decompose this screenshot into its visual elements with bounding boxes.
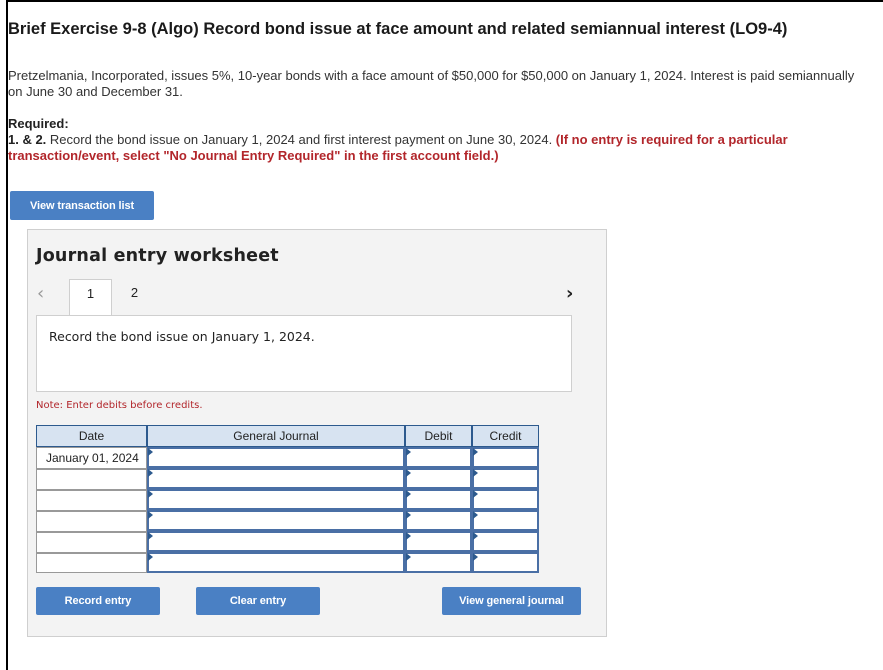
account-input[interactable] bbox=[147, 447, 405, 468]
worksheet-title: Journal entry worksheet bbox=[36, 246, 279, 266]
date-cell[interactable] bbox=[36, 511, 147, 532]
account-input[interactable] bbox=[147, 531, 405, 552]
instruction-box bbox=[36, 315, 572, 392]
debit-input[interactable] bbox=[405, 489, 472, 510]
date-cell[interactable] bbox=[36, 490, 147, 511]
view-transaction-list-button[interactable]: View transaction list bbox=[10, 191, 154, 220]
account-input[interactable] bbox=[147, 510, 405, 531]
credit-input[interactable] bbox=[472, 447, 539, 468]
required-number: 1. & 2. bbox=[8, 132, 47, 147]
instruction-text: Record the bond issue on January 1, 2024… bbox=[49, 329, 315, 344]
view-general-journal-button[interactable]: View general journal bbox=[442, 587, 581, 615]
credit-input[interactable] bbox=[472, 489, 539, 510]
credit-input[interactable] bbox=[472, 468, 539, 489]
frame-top-border bbox=[6, 0, 883, 2]
date-cell[interactable] bbox=[36, 469, 147, 490]
account-input[interactable] bbox=[147, 468, 405, 489]
credit-input[interactable] bbox=[472, 531, 539, 552]
record-entry-button[interactable]: Record entry bbox=[36, 587, 160, 615]
credit-input[interactable] bbox=[472, 510, 539, 531]
page-title: Brief Exercise 9-8 (Algo) Record bond is… bbox=[8, 20, 788, 38]
account-input[interactable] bbox=[147, 489, 405, 510]
journal-table: Date General Journal Debit Credit Januar… bbox=[36, 425, 540, 573]
entry-note: Note: Enter debits before credits. bbox=[36, 400, 203, 411]
problem-intro: Pretzelmania, Incorporated, issues 5%, 1… bbox=[8, 68, 855, 99]
column-header-general-journal: General Journal bbox=[147, 425, 405, 447]
chevron-left-icon[interactable]: ‹ bbox=[37, 283, 44, 304]
date-cell[interactable] bbox=[36, 532, 147, 553]
debit-input[interactable] bbox=[405, 510, 472, 531]
credit-input[interactable] bbox=[472, 552, 539, 573]
clear-entry-button[interactable]: Clear entry bbox=[196, 587, 320, 615]
column-header-credit: Credit bbox=[472, 425, 539, 447]
tab-2[interactable]: 2 bbox=[113, 279, 156, 313]
required-text: 1. & 2. Record the bond issue on January… bbox=[8, 132, 868, 164]
debit-input[interactable] bbox=[405, 447, 472, 468]
required-body: Record the bond issue on January 1, 2024… bbox=[46, 132, 556, 147]
tab-1[interactable]: 1 bbox=[69, 279, 112, 316]
chevron-right-icon[interactable]: › bbox=[566, 283, 573, 304]
debit-input[interactable] bbox=[405, 468, 472, 489]
account-input[interactable] bbox=[147, 552, 405, 573]
debit-input[interactable] bbox=[405, 552, 472, 573]
date-cell[interactable]: January 01, 2024 bbox=[36, 447, 147, 469]
column-header-date: Date bbox=[36, 425, 147, 447]
column-header-debit: Debit bbox=[405, 425, 472, 447]
required-label: Required: bbox=[8, 116, 69, 131]
date-cell[interactable] bbox=[36, 553, 147, 573]
debit-input[interactable] bbox=[405, 531, 472, 552]
frame-left-border bbox=[6, 0, 8, 670]
